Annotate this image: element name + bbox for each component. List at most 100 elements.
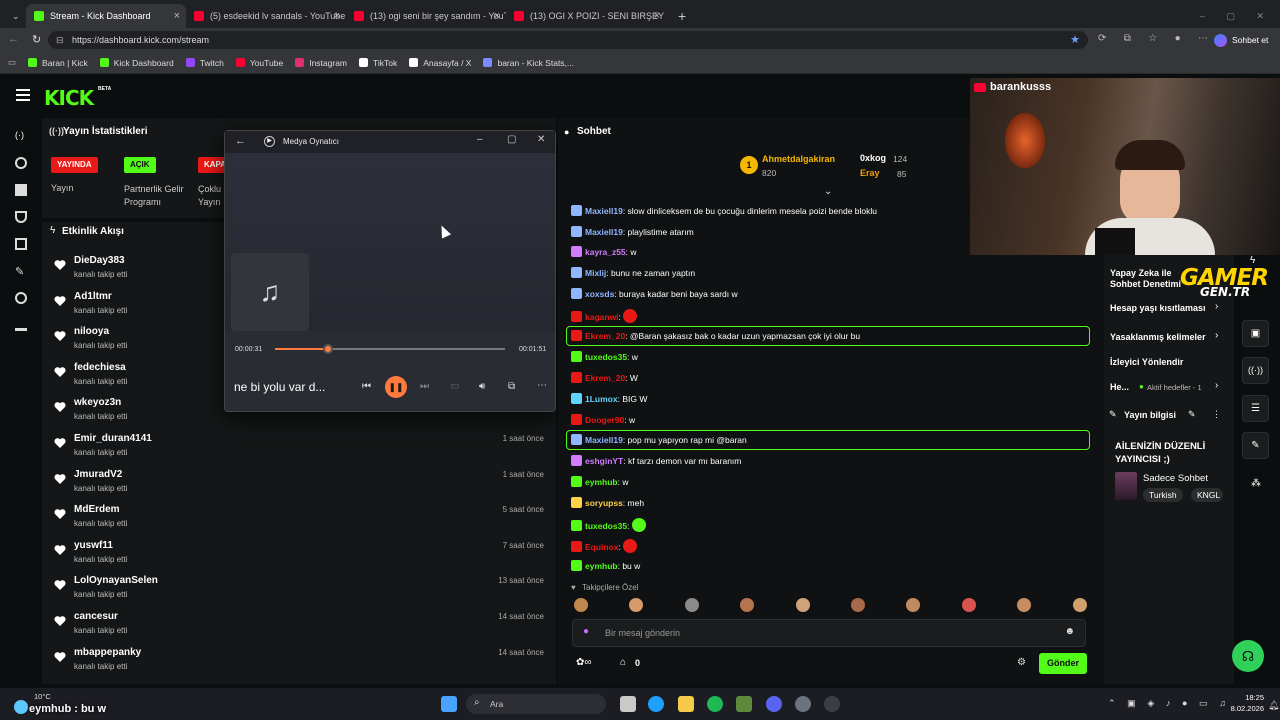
more-menu-icon[interactable]: ⋯ — [1198, 33, 1208, 44]
clock-date[interactable]: 8.02.2026 — [1214, 704, 1264, 713]
activity-username[interactable]: yuswf11 — [74, 540, 113, 551]
activity-username[interactable]: Ad1ltmr — [74, 291, 112, 302]
chat-username[interactable]: tuxedos35 — [585, 521, 627, 531]
taskbar-search[interactable]: ⌕ Ara — [466, 694, 606, 714]
chat-username[interactable]: Maxiell19 — [585, 435, 623, 445]
bookmark-item[interactable]: Anasayfa / X — [409, 58, 471, 68]
bookmark-item[interactable]: baran - Kick Stats,... — [483, 58, 574, 68]
chat-username[interactable]: Mixlij — [585, 268, 606, 278]
chat-username[interactable]: kaganwi — [585, 312, 619, 322]
leader-name[interactable]: Ahmetdalgakiran — [762, 154, 835, 164]
media-player-window[interactable]: ← ▶ Medya Oynatıcı – ▢ ✕ ♫ 00:00:31 00:0… — [224, 130, 556, 412]
banned-words-item[interactable]: Yasaklanmış kelimeler — [1110, 332, 1206, 342]
activity-username[interactable]: nilooya — [74, 326, 109, 337]
kick-logo[interactable]: KICK — [44, 86, 94, 110]
leader-name[interactable]: 0xkog — [860, 153, 886, 163]
tab-youtube-1[interactable]: (5) esdeekid lv sandals - YouTube × — [186, 4, 346, 28]
chat-username[interactable]: Dooger90 — [585, 415, 624, 425]
tab-youtube-3[interactable]: (13) OGI X POIZI - SENI BIRŞEY SA × — [506, 4, 666, 28]
subtitles-icon[interactable]: ▭ — [450, 381, 459, 392]
chat-username[interactable]: soryupss — [585, 498, 623, 508]
pause-button[interactable]: ❚❚ — [385, 376, 407, 398]
activity-username[interactable]: cancesur — [74, 611, 118, 622]
edit-icon[interactable]: ✎ — [1188, 409, 1196, 420]
emote-icon[interactable] — [1072, 598, 1087, 612]
clock-time[interactable]: 18:25 — [1232, 693, 1264, 702]
reload-icon[interactable]: ↻ — [32, 33, 41, 46]
close-window-icon[interactable]: ✕ — [1256, 11, 1264, 22]
media-player-icon[interactable] — [824, 696, 840, 712]
seek-bar[interactable] — [275, 344, 505, 354]
activity-username[interactable]: Emir_duran4141 — [74, 433, 152, 444]
notification-icon[interactable]: 🔔︎ — [1268, 700, 1279, 711]
favorites-icon[interactable]: ☆ — [1148, 33, 1157, 44]
hamburger-menu-icon[interactable] — [16, 89, 30, 101]
close-icon[interactable]: × — [334, 10, 340, 22]
file-explorer-icon[interactable] — [678, 696, 694, 712]
emote-icon[interactable] — [684, 598, 699, 612]
emote-icon[interactable] — [795, 598, 810, 612]
volume-icon[interactable]: ♪ — [1166, 698, 1171, 709]
microphone-icon[interactable]: ● — [583, 626, 589, 637]
emote-icon[interactable] — [961, 598, 976, 612]
points-icon[interactable]: ✿∞ — [576, 657, 592, 668]
goals-item[interactable]: He... — [1110, 382, 1129, 392]
address-bar[interactable]: ⊟ https://dashboard.kick.com/stream ★ — [48, 31, 1088, 49]
bookmark-item[interactable]: Instagram — [295, 58, 347, 68]
layout-icon[interactable]: ☰ — [1242, 395, 1269, 422]
minimize-icon[interactable]: – — [477, 134, 483, 145]
back-icon[interactable]: ← — [235, 135, 246, 147]
stream-icon[interactable]: (·) — [15, 130, 27, 142]
more-options-icon[interactable]: ⋯ — [537, 380, 547, 391]
emote-icon[interactable] — [851, 598, 865, 612]
close-icon[interactable]: ✕ — [537, 134, 545, 145]
viewer-redirect-item[interactable]: İzleyici Yönlendir — [1110, 357, 1183, 367]
trophy-icon[interactable] — [15, 211, 27, 223]
close-icon[interactable]: × — [494, 10, 500, 22]
new-tab-button[interactable]: + — [670, 4, 688, 28]
bookmark-item[interactable]: YouTube — [235, 58, 283, 68]
chat-username[interactable]: eymhub — [585, 477, 618, 487]
leader-name[interactable]: Eray — [860, 168, 880, 178]
weather-temp[interactable]: 10°C — [34, 692, 51, 701]
tab-list-button[interactable]: ⌄ — [4, 4, 22, 28]
favorite-star-icon[interactable]: ★ — [1070, 31, 1080, 49]
more-vertical-icon[interactable]: ⋮ — [1212, 409, 1221, 420]
bolt-icon[interactable]: ϟ — [1250, 255, 1255, 266]
chat-input[interactable]: ● Bir mesaj gönderin ☻ — [572, 619, 1086, 647]
copilot-button[interactable]: Sohbet et — [1214, 31, 1268, 49]
category-thumbnail[interactable] — [1115, 472, 1137, 500]
ai-moderation-item[interactable]: Yapay Zeka ile Sohbet Denetimi — [1110, 268, 1182, 290]
activity-username[interactable]: MdErdem — [74, 504, 120, 515]
store-icon[interactable]: ⌂ — [620, 657, 626, 668]
account-age-item[interactable]: Hesap yaşı kısıtlaması — [1110, 303, 1206, 313]
app-icon[interactable] — [736, 696, 752, 712]
chat-icon[interactable]: ▣ — [1242, 320, 1269, 347]
bookmark-item[interactable]: TikTok — [359, 58, 397, 68]
activity-username[interactable]: DieDay383 — [74, 255, 125, 266]
chevron-right-icon[interactable]: › — [1215, 301, 1218, 312]
discord-icon[interactable] — [766, 696, 782, 712]
back-icon[interactable]: ← — [8, 33, 19, 45]
link-icon[interactable] — [15, 157, 27, 169]
extension-icon[interactable]: ⟳ — [1098, 33, 1106, 44]
bookmark-item[interactable]: Twitch — [185, 58, 224, 68]
site-info-icon[interactable]: ⊟ — [56, 31, 64, 49]
maximize-icon[interactable]: ▢ — [507, 134, 516, 145]
profile-avatar[interactable]: ● — [1175, 33, 1181, 44]
broadcast-icon[interactable]: ((·)) — [1242, 357, 1269, 384]
tag-chip[interactable]: Turkish — [1143, 488, 1183, 502]
support-button[interactable]: ☊ — [1232, 640, 1264, 672]
previous-icon[interactable]: ⏮ — [362, 381, 371, 392]
chat-username[interactable]: Maxiell19 — [585, 206, 623, 216]
nodes-icon[interactable]: ⁂ — [1251, 478, 1261, 489]
tab-kick-dashboard[interactable]: Stream - Kick Dashboard × — [26, 4, 186, 28]
chat-username[interactable]: Equinox — [585, 542, 619, 552]
bookmark-item[interactable]: Baran | Kick — [28, 58, 88, 68]
emote-icon[interactable] — [574, 598, 588, 612]
extensions-icon[interactable]: ⧉ — [1124, 33, 1131, 44]
network-icon[interactable]: ◈ — [1147, 698, 1154, 709]
edge-icon[interactable] — [648, 696, 664, 712]
chat-username[interactable]: Maxiell19 — [585, 227, 623, 237]
task-view-icon[interactable] — [620, 696, 636, 712]
